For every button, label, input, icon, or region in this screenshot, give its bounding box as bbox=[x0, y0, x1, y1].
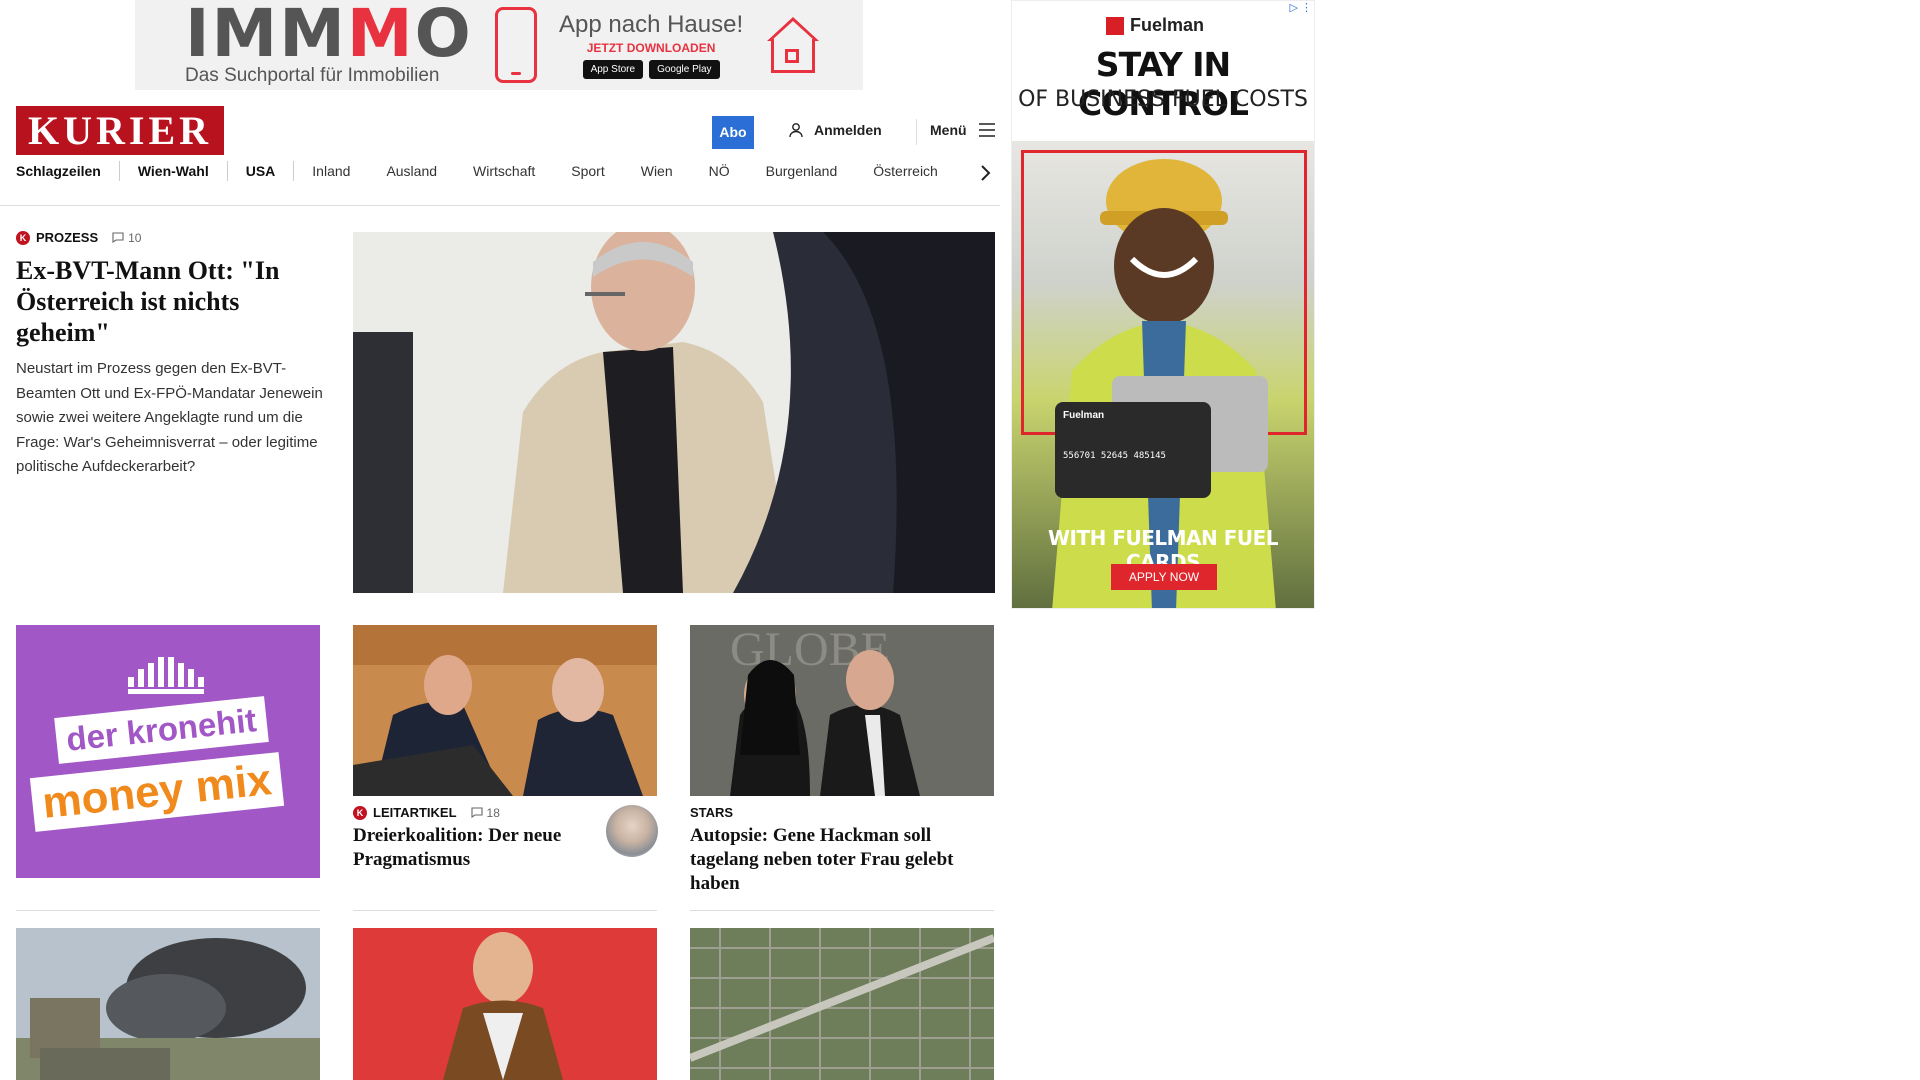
comment-count-value: 18 bbox=[486, 805, 500, 820]
house-icon bbox=[765, 17, 821, 73]
fuelman-brand: Fuelman bbox=[1130, 15, 1205, 35]
site-header: KURIER Abo Anmelden Menü Schlagzeilen Wi… bbox=[0, 101, 1000, 206]
nav-item-schlagzeilen[interactable]: Schlagzeilen bbox=[16, 161, 119, 181]
nav-item-burgenland[interactable]: Burgenland bbox=[748, 161, 856, 181]
nav-item-sport[interactable]: Sport bbox=[553, 161, 622, 181]
article-image-smoke[interactable] bbox=[16, 928, 320, 1080]
comment-icon bbox=[112, 232, 124, 243]
kurier-k-icon: K bbox=[16, 230, 30, 245]
comment-icon bbox=[470, 807, 483, 818]
menu-button[interactable]: Menü bbox=[930, 122, 995, 138]
lead-teaser: Neustart im Prozess gegen den Ex-BVT-Bea… bbox=[16, 360, 323, 475]
kurier-k-icon: K bbox=[353, 805, 367, 820]
login-button[interactable]: Anmelden bbox=[788, 122, 882, 138]
user-icon bbox=[789, 123, 803, 138]
logo-text-red: M bbox=[346, 0, 415, 72]
nav-item-wien-wahl[interactable]: Wien-Wahl bbox=[120, 161, 227, 181]
top-banner-ad[interactable]: IMMMO Das Suchportal für Immobilien App … bbox=[135, 0, 863, 90]
nav-item-usa[interactable]: USA bbox=[228, 161, 294, 181]
menu-label: Menü bbox=[930, 122, 967, 138]
fuel-card: Fuelman 556701 52645 485145 bbox=[1055, 402, 1211, 498]
article-image-hackman[interactable]: GLOBE bbox=[690, 625, 994, 796]
app-headline: App nach Hause! bbox=[559, 11, 744, 38]
kurier-logo[interactable]: KURIER bbox=[16, 106, 224, 155]
article-image-theater[interactable] bbox=[353, 928, 657, 1080]
comment-count[interactable]: 18 bbox=[470, 805, 500, 820]
immmo-logo: IMMMO bbox=[185, 1, 471, 67]
article-kicker-label: LEITARTIKEL bbox=[373, 805, 457, 820]
card-brand: Fuelman bbox=[1063, 410, 1105, 421]
nav-item-noe[interactable]: NÖ bbox=[691, 161, 748, 181]
nav-item-wien[interactable]: Wien bbox=[623, 161, 691, 181]
lead-photo bbox=[353, 232, 995, 593]
google-play-badge[interactable]: Google Play bbox=[649, 60, 720, 79]
kronehit-ad[interactable]: der kronehit money mix bbox=[16, 625, 320, 878]
row-divider bbox=[16, 910, 320, 911]
hamburger-icon bbox=[978, 123, 995, 137]
nav-item-oesterreich[interactable]: Österreich bbox=[855, 161, 956, 181]
fuelman-logo: Fuelman bbox=[1106, 15, 1204, 36]
logo-text: IMM bbox=[185, 0, 347, 72]
kronehit-line2: money mix bbox=[29, 752, 285, 832]
login-label: Anmelden bbox=[814, 122, 882, 138]
nav-item-inland[interactable]: Inland bbox=[294, 161, 368, 181]
header-divider bbox=[916, 119, 917, 145]
adchoices-icon[interactable]: ▷ ⋮ bbox=[1289, 1, 1312, 14]
store-badges: App Store Google Play bbox=[559, 60, 743, 79]
nav-item-ausland[interactable]: Ausland bbox=[368, 161, 455, 181]
article-image-koalition[interactable] bbox=[353, 625, 657, 796]
article-title[interactable]: Dreierkoalition: Der neue Pragmatismus bbox=[353, 824, 593, 872]
page: IMMMO Das Suchportal für Immobilien App … bbox=[0, 0, 1920, 1080]
immmo-tagline: Das Suchportal für Immobilien bbox=[185, 65, 440, 86]
apply-now-button[interactable]: APPLY NOW bbox=[1111, 564, 1217, 590]
stars-kicker: STARS bbox=[690, 805, 733, 820]
app-cta: App nach Hause! JETZT DOWNLOADEN App Sto… bbox=[559, 11, 743, 79]
article-kicker-label: STARS bbox=[690, 805, 734, 820]
leitartikel-kicker: K LEITARTIKEL 18 bbox=[353, 805, 500, 820]
author-avatar bbox=[606, 805, 658, 857]
article-image-aerial[interactable] bbox=[690, 928, 994, 1080]
comment-count-value: 10 bbox=[128, 230, 142, 245]
card-number: 556701 52645 485145 bbox=[1063, 451, 1166, 461]
download-label: JETZT DOWNLOADEN bbox=[586, 41, 716, 55]
nav-item-wirtschaft[interactable]: Wirtschaft bbox=[455, 161, 553, 181]
immmo-brand: IMMMO Das Suchportal für Immobilien bbox=[185, 1, 471, 87]
article-title[interactable]: Autopsie: Gene Hackman soll tagelang neb… bbox=[690, 824, 990, 896]
phone-icon bbox=[495, 7, 537, 83]
row-divider bbox=[690, 910, 994, 911]
ad-subhead: OF BUSINESS FUEL COSTS bbox=[1018, 87, 1308, 112]
kronehit-line1: der kronehit bbox=[54, 696, 269, 764]
logo-text-end: O bbox=[414, 0, 473, 72]
category-nav: Schlagzeilen Wien-Wahl USA Inland Auslan… bbox=[16, 161, 956, 181]
lead-kicker: K PROZESS 10 bbox=[16, 230, 326, 245]
fuelman-square bbox=[1106, 16, 1124, 35]
chevron-right-icon[interactable] bbox=[978, 163, 992, 183]
crown-icon bbox=[128, 657, 204, 694]
lead-image[interactable] bbox=[353, 232, 995, 593]
lead-title[interactable]: Ex-BVT-Mann Ott: "In Österreich ist nich… bbox=[16, 255, 326, 348]
lead-kicker-label: PROZESS bbox=[36, 230, 99, 245]
app-store-badge[interactable]: App Store bbox=[582, 60, 644, 79]
row-divider bbox=[353, 910, 657, 911]
fuelman-ad[interactable]: ▷ ⋮ Fuelman STAY IN CONTROL OF BUSINESS … bbox=[1011, 0, 1315, 609]
abo-button[interactable]: Abo bbox=[712, 116, 754, 149]
comment-count[interactable]: 10 bbox=[112, 231, 141, 245]
lead-article[interactable]: K PROZESS 10 Ex-BVT-Mann Ott: "In Österr… bbox=[16, 230, 326, 480]
